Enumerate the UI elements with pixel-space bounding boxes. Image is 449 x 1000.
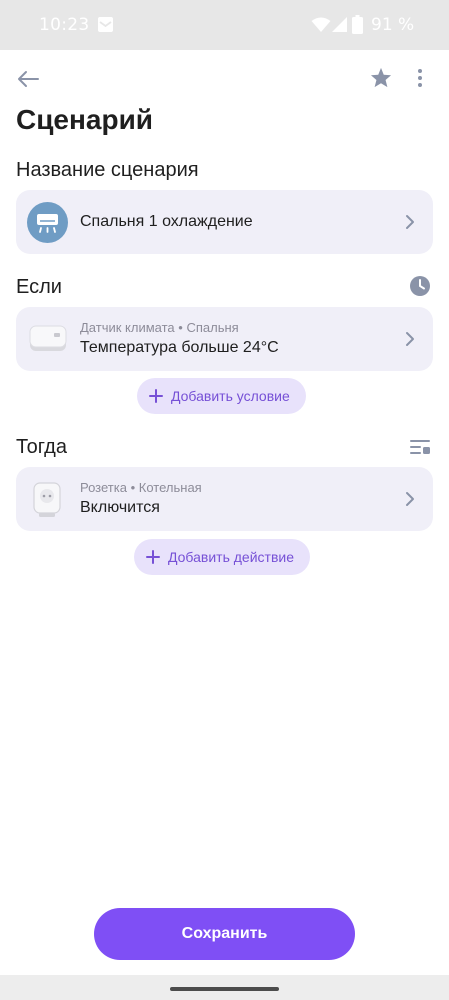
scenario-name-label: Название сценария (16, 159, 199, 181)
action-device: Розетка (80, 480, 127, 495)
plus-icon (149, 389, 163, 403)
list-settings-icon (410, 440, 430, 454)
signal-icon (332, 17, 347, 32)
action-subtitle: Розетка • Котельная (80, 480, 202, 495)
separator-dot: • (130, 480, 136, 495)
add-condition-label: Добавить условие (171, 388, 290, 404)
plus-icon (146, 550, 160, 564)
more-vertical-icon (418, 69, 422, 87)
scenario-name-value: Спальня 1 охлаждение (80, 213, 253, 230)
navigation-bar (0, 975, 449, 1000)
favorite-button[interactable] (366, 62, 396, 92)
chevron-right-icon (406, 332, 414, 346)
air-conditioner-icon (27, 202, 68, 243)
climate-sensor-icon (29, 325, 67, 351)
wifi-icon (311, 17, 331, 32)
battery-icon (352, 15, 363, 34)
then-section-label: Тогда (16, 436, 67, 458)
add-action-button[interactable]: Добавить действие (134, 539, 310, 575)
add-condition-button[interactable]: Добавить условие (137, 378, 306, 414)
condition-room: Спальня (186, 320, 239, 335)
back-button[interactable] (12, 63, 44, 95)
battery-percent: 91 % (371, 15, 415, 35)
separator-dot: • (178, 320, 183, 335)
if-section-label: Если (16, 276, 62, 298)
more-options-button[interactable] (409, 63, 431, 93)
schedule-button[interactable] (408, 274, 432, 298)
gesture-handle[interactable] (170, 987, 279, 991)
chevron-right-icon (406, 215, 414, 229)
condition-title: Температура больше 24°C (80, 339, 279, 356)
status-bar: 10:23 91 % (0, 0, 449, 50)
star-icon (370, 67, 392, 87)
condition-device: Датчик климата (80, 320, 175, 335)
action-room: Котельная (138, 480, 202, 495)
arrow-left-icon (18, 71, 39, 87)
action-card[interactable]: Розетка • Котельная Включится (16, 467, 433, 531)
save-button[interactable]: Сохранить (94, 908, 355, 960)
clock-icon (410, 276, 430, 296)
scenario-name-card[interactable]: Спальня 1 охлаждение (16, 190, 433, 254)
condition-subtitle: Датчик климата • Спальня (80, 320, 239, 335)
mail-notification-icon (98, 17, 113, 32)
smart-plug-icon (33, 482, 61, 517)
condition-card[interactable]: Датчик климата • Спальня Температура бол… (16, 307, 433, 371)
action-title: Включится (80, 499, 160, 516)
add-action-label: Добавить действие (168, 549, 294, 565)
page-title: Сценарий (16, 104, 154, 135)
action-settings-button[interactable] (408, 436, 432, 458)
status-time: 10:23 (39, 15, 90, 35)
chevron-right-icon (406, 492, 414, 506)
